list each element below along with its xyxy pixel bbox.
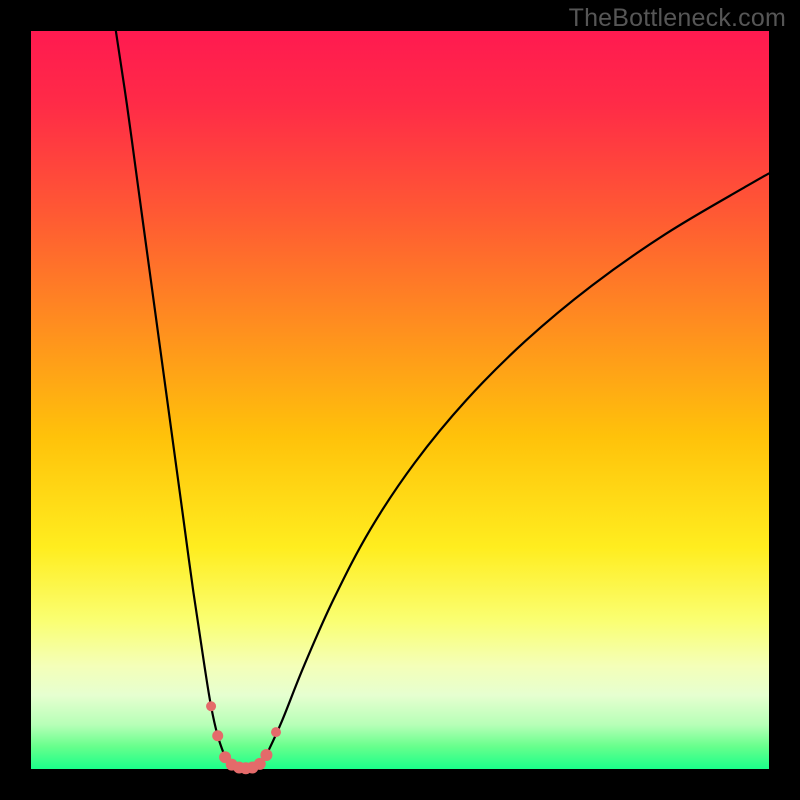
chart-svg (31, 31, 769, 769)
curve-marker (212, 730, 223, 741)
plot-area (31, 31, 769, 769)
watermark-text: TheBottleneck.com (569, 4, 786, 33)
outer-frame: TheBottleneck.com (0, 0, 800, 800)
curve-marker (271, 727, 281, 737)
curve-marker (260, 749, 272, 761)
bottleneck-curve (116, 31, 769, 768)
curve-marker (206, 701, 216, 711)
